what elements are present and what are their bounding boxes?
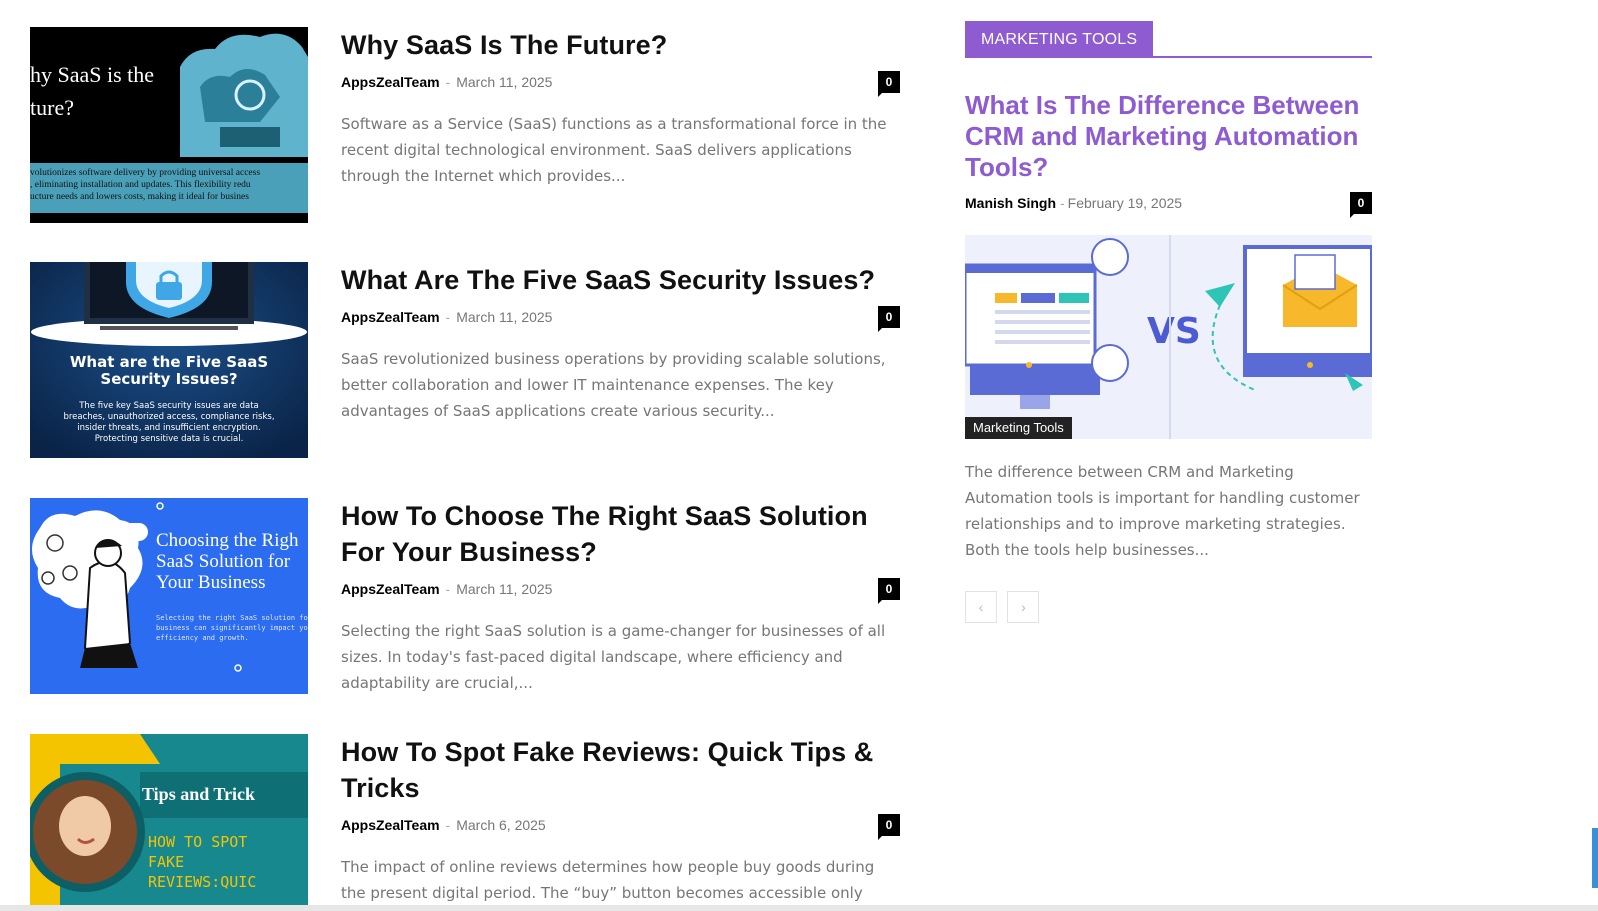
widget-pagination: ‹ › [965,591,1372,623]
meta-separator: - [445,74,451,90]
featured-article-title[interactable]: What Is The Difference Between CRM and M… [965,90,1372,183]
publish-date: February 19, 2025 [1067,195,1183,211]
article-thumbnail[interactable]: What are the Five SaaS Security Issues? … [30,262,308,458]
meta-separator: - [445,817,451,833]
article-body: Why SaaS Is The Future? AppsZealTeam - Mar… [341,27,900,189]
comment-count-badge[interactable]: 0 [878,814,900,840]
article-title[interactable]: Why SaaS Is The Future? [341,27,900,63]
article-thumbnail[interactable]: hy SaaS is the ture? volutionizes softwa… [30,27,308,223]
thumb-line: ture? [30,95,74,120]
vs-label: VS [1147,311,1201,352]
author-link[interactable]: AppsZealTeam [341,817,440,833]
article-excerpt: Software as a Service (SaaS) functions a… [341,115,887,185]
publish-date: March 11, 2025 [456,309,553,325]
page: hy SaaS is the ture? volutionizes softwa… [0,0,1598,911]
marketing-tools-widget: MARKETING TOOLS What Is The Difference B… [965,21,1372,623]
thumb-line: hy SaaS is the [30,62,154,87]
publish-date: March 6, 2025 [456,817,546,833]
thumb-line: HOW TO SPOT [148,833,247,851]
publish-date: March 11, 2025 [456,581,553,597]
thumb-line: The five key SaaS security issues are da… [78,401,259,411]
comment-count-badge[interactable]: 0 [878,306,900,332]
author-link[interactable]: AppsZealTeam [341,581,440,597]
article-title[interactable]: What Are The Five SaaS Security Issues? [341,262,900,298]
article-meta: AppsZealTeam - March 6, 2025 0 [341,814,900,840]
article-item: Tips and Trick HOW TO SPOT FAKE REVIEWS:… [30,734,900,911]
thumb-line: REVIEWS:QUIC [148,873,256,891]
article-excerpt: SaaS revolutionized business operations … [341,350,886,420]
article-thumbnail[interactable]: Choosing the Righ SaaS Solution for Your… [30,498,308,694]
article-item: What are the Five SaaS Security Issues? … [30,262,900,458]
thumb-line: Tips and Trick [142,784,255,804]
author-link[interactable]: AppsZealTeam [341,309,440,325]
thumb-line: Choosing the Righ [156,530,299,551]
thumb-line: , eliminating installation and updates. … [30,179,251,190]
thumb-line: business can significantly impact your [156,624,308,632]
author-link[interactable]: AppsZealTeam [341,74,440,90]
thumb-line: Your Business [156,572,265,593]
thumb-line: insider threats, and insufficient encryp… [77,423,260,433]
article-body: What Are The Five SaaS Security Issues? … [341,262,900,424]
publish-date: March 11, 2025 [456,74,553,90]
meta-separator: - [445,309,451,325]
thumb-line: Selecting the right SaaS solution for yo… [156,614,308,622]
thumb-line: FAKE [148,853,184,871]
thumb-line: SaaS Solution for [156,551,291,572]
featured-article-image[interactable]: VS Marketing Tools [965,235,1372,439]
article-meta: AppsZealTeam - March 11, 2025 0 [341,71,900,97]
next-page-button[interactable]: › [1007,591,1040,623]
article-title[interactable]: How To Choose The Right SaaS Solution Fo… [341,498,900,570]
widget-title[interactable]: MARKETING TOOLS [965,21,1154,57]
article-thumbnail[interactable]: Tips and Trick HOW TO SPOT FAKE REVIEWS:… [30,734,308,911]
thumb-line: breaches, unauthorized access, complianc… [63,412,274,422]
scroll-to-top-tab[interactable] [1592,828,1598,888]
article-meta: AppsZealTeam - March 11, 2025 0 [341,578,900,604]
thumb-line: volutionizes software delivery by provid… [30,167,260,178]
meta-separator: - [1060,195,1065,211]
comment-count-badge[interactable]: 0 [878,71,900,97]
featured-article-meta: Manish Singh - February 19, 2025 0 [965,192,1372,218]
article-item: Choosing the Righ SaaS Solution for Your… [30,498,900,694]
widget-header: MARKETING TOOLS [965,21,1372,58]
article-excerpt: The impact of online reviews determines … [341,858,875,911]
thumb-line: efficiency and growth. [156,634,249,642]
article-body: How To Spot Fake Reviews: Quick Tips & T… [341,734,900,911]
horizontal-scrollbar[interactable] [0,905,1598,911]
category-badge[interactable]: Marketing Tools [965,417,1072,439]
thumb-line: What are the Five SaaS [70,353,268,371]
prev-page-button[interactable]: ‹ [965,591,997,623]
thumb-line: Protecting sensitive data is crucial. [95,434,244,444]
article-body: How To Choose The Right SaaS Solution Fo… [341,498,900,696]
article-meta: AppsZealTeam - March 11, 2025 0 [341,306,900,332]
author-link[interactable]: Manish Singh [965,195,1056,211]
thumb-line: Security Issues? [100,370,237,388]
comment-count-badge[interactable]: 0 [878,578,900,604]
thumb-line: ucture needs and lowers costs, making it… [30,191,249,202]
article-item: hy SaaS is the ture? volutionizes softwa… [30,27,900,223]
featured-article-excerpt: The difference between CRM and Marketing… [965,463,1360,559]
meta-separator: - [445,581,451,597]
article-excerpt: Selecting the right SaaS solution is a g… [341,622,886,692]
comment-count-badge[interactable]: 0 [1350,192,1372,218]
article-title[interactable]: How To Spot Fake Reviews: Quick Tips & T… [341,734,900,806]
